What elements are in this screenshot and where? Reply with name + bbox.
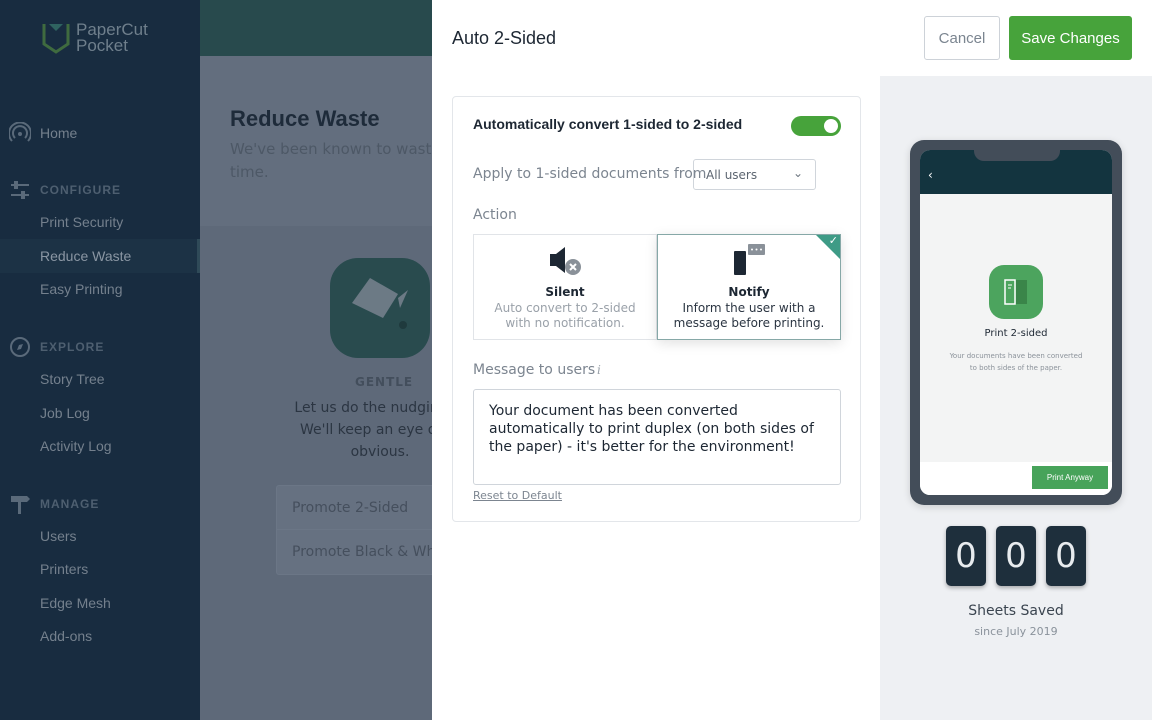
counter-digit: 0: [996, 526, 1036, 586]
sidebar-item-activity-log[interactable]: Activity Log: [40, 438, 112, 454]
check-icon: ✓: [828, 234, 838, 247]
toggle-label: Automatically convert 1-sided to 2-sided: [473, 116, 743, 132]
section-manage: MANAGE: [40, 497, 100, 511]
mute-icon: [550, 247, 581, 275]
sidebar-item-edge-mesh[interactable]: Edge Mesh: [40, 595, 111, 611]
action-notify[interactable]: ✓ Notify Inform the user with a message …: [657, 234, 841, 340]
info-icon[interactable]: i: [597, 363, 601, 377]
select-value: All users: [706, 168, 758, 182]
chevron-down-icon: ⌄: [792, 166, 803, 180]
section-configure: CONFIGURE: [40, 183, 121, 197]
home-icon: [9, 122, 31, 142]
promote-black-white[interactable]: Promote Black & White: [277, 530, 445, 574]
phone-message-icon: [734, 244, 765, 275]
action-title: Silent: [545, 285, 585, 299]
apply-users-select[interactable]: All users ⌄: [693, 159, 816, 190]
action-desc: Inform the user with a message before pr…: [673, 301, 825, 330]
sliders-icon: [11, 181, 29, 199]
action-desc: Auto convert to 2-sided with no notifica…: [494, 301, 636, 330]
papercut-logo-icon: [42, 24, 70, 54]
page-subtitle: We've been known to waste a time.: [230, 138, 455, 184]
back-icon: ‹: [928, 168, 933, 182]
top-bar: [200, 0, 432, 56]
sidebar-item-job-log[interactable]: Job Log: [40, 405, 90, 421]
phone-desc: Your documents have been converted to bo…: [949, 352, 1083, 372]
phone-title: Print 2-sided: [984, 328, 1048, 339]
phone-footer: Print Anyway: [920, 462, 1112, 495]
watering-can-icon: [330, 258, 430, 358]
preview-pane: ‹ Print 2-sided Your documents have been…: [880, 76, 1152, 720]
promote-2-sided[interactable]: Promote 2-Sided: [277, 486, 445, 530]
action-label: Action: [473, 207, 517, 223]
action-silent[interactable]: Silent Auto convert to 2-sided with no n…: [473, 234, 657, 340]
level-label: GENTLE: [355, 375, 414, 389]
auto-2-sided-panel: Auto 2-Sided Cancel Save Changes Automat…: [432, 0, 1152, 720]
sidebar-item-add-ons[interactable]: Add-ons: [40, 628, 92, 644]
print-anyway-button[interactable]: Print Anyway: [1032, 466, 1108, 489]
action-title: Notify: [728, 285, 770, 299]
sheets-saved-label: Sheets Saved: [968, 603, 1064, 619]
since-label: since July 2019: [974, 625, 1058, 638]
promote-list: Promote 2-Sided Promote Black & White: [276, 485, 446, 575]
auto-convert-toggle[interactable]: [791, 116, 841, 136]
signpost-icon: [11, 496, 30, 514]
page-title: Reduce Waste: [230, 106, 380, 131]
print-2-sided-icon: [989, 265, 1043, 319]
sidebar: PaperCut Pocket Home CONFIGURE Print Secu…: [0, 0, 200, 720]
settings-card: Automatically convert 1-sided to 2-sided…: [452, 96, 861, 522]
sidebar-item-users[interactable]: Users: [40, 528, 77, 544]
sidebar-item-print-security[interactable]: Print Security: [40, 214, 123, 230]
cancel-button[interactable]: Cancel: [924, 16, 1000, 60]
phone-header: ‹: [920, 150, 1112, 194]
subtitle-line: time.: [230, 163, 269, 181]
message-label: Message to users: [473, 362, 596, 378]
background-page: Reduce Waste We've been known to waste a…: [200, 0, 466, 720]
reset-to-default-link[interactable]: Reset to Default: [473, 489, 562, 502]
save-changes-button[interactable]: Save Changes: [1009, 16, 1132, 60]
sidebar-item-home[interactable]: Home: [40, 125, 77, 141]
sidebar-item-reduce-waste[interactable]: Reduce Waste: [40, 248, 131, 264]
phone-mockup: ‹ Print 2-sided Your documents have been…: [910, 140, 1122, 505]
sidebar-item-printers[interactable]: Printers: [40, 561, 88, 577]
counter-digit: 0: [1046, 526, 1086, 586]
phone-notch: [974, 150, 1060, 161]
section-explore: EXPLORE: [40, 340, 105, 354]
panel-title: Auto 2-Sided: [452, 28, 557, 48]
sidebar-item-story-tree[interactable]: Story Tree: [40, 371, 105, 387]
subtitle-line: We've been known to waste a: [230, 140, 455, 158]
message-textarea[interactable]: Your document has been converted automat…: [473, 389, 841, 485]
phone-screen: ‹ Print 2-sided Your documents have been…: [920, 150, 1112, 495]
apply-label: Apply to 1-sided documents from: [473, 166, 707, 182]
compass-icon: [10, 337, 30, 357]
logo: PaperCut Pocket: [42, 21, 148, 54]
counter-digit: 0: [946, 526, 986, 586]
sidebar-item-easy-printing[interactable]: Easy Printing: [40, 281, 122, 297]
